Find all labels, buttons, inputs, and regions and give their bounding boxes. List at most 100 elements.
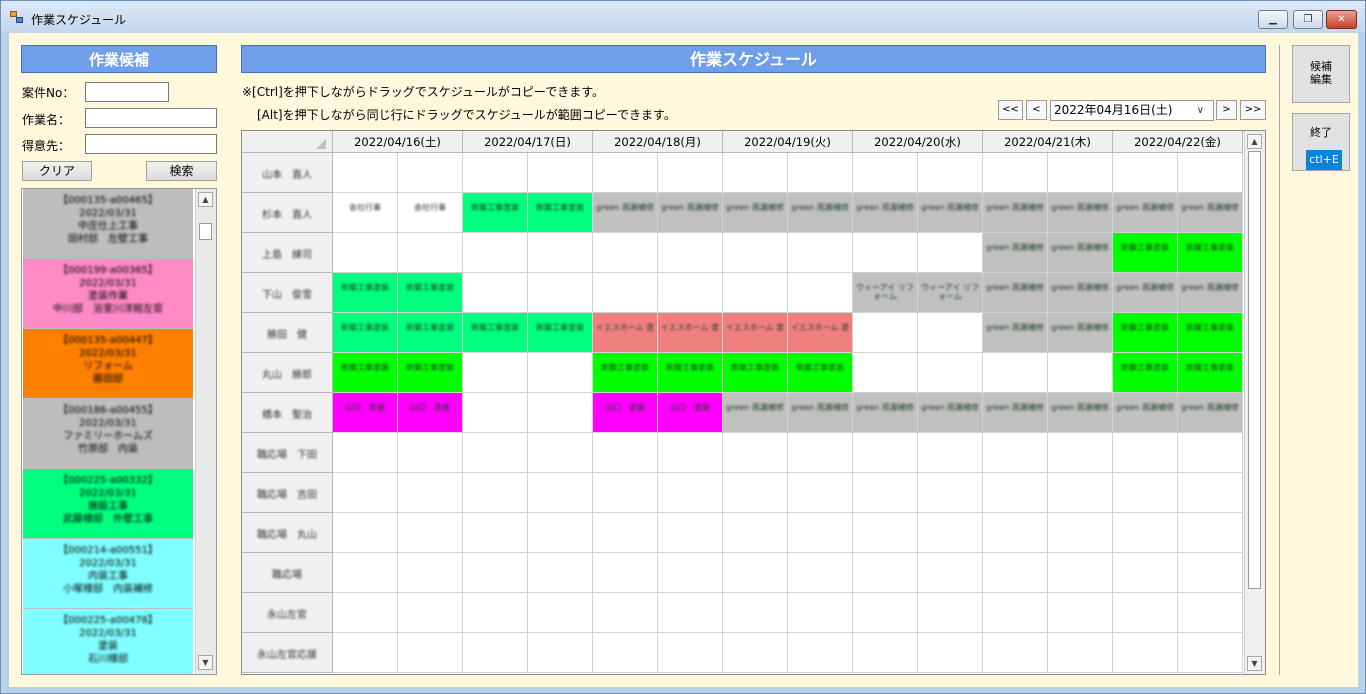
schedule-cell[interactable]: green 雨漏補修 [593, 193, 658, 233]
clear-button[interactable]: クリア [22, 161, 92, 181]
customer-input[interactable] [85, 134, 217, 154]
candidate-item[interactable]: 【000225-a00478】 2022/03/31 塗装 石川様邸 [23, 609, 193, 674]
schedule-cell[interactable]: green 雨漏補修 [1048, 193, 1113, 233]
schedule-cell[interactable]: green 雨漏補修 [1178, 193, 1243, 233]
scroll-up-icon[interactable]: ▲ [198, 192, 213, 207]
schedule-cell[interactable]: green 雨漏補修 [983, 233, 1048, 273]
schedule-cell[interactable] [723, 553, 788, 593]
schedule-cell[interactable]: ウィーアイ リフォーム [853, 273, 918, 313]
scroll-down-icon[interactable]: ▼ [1247, 656, 1262, 671]
schedule-cell[interactable]: green 雨漏補修 [983, 273, 1048, 313]
schedule-cell[interactable] [1178, 553, 1243, 593]
schedule-cell[interactable] [528, 273, 593, 313]
schedule-cell[interactable] [983, 473, 1048, 513]
schedule-cell[interactable] [463, 473, 528, 513]
worker-row-header[interactable]: 下山 俊雪 [242, 273, 333, 313]
schedule-cell[interactable] [1113, 513, 1178, 553]
schedule-cell[interactable]: green 雨漏補修 [723, 393, 788, 433]
schedule-cell[interactable]: green 雨漏補修 [1048, 393, 1113, 433]
schedule-cell[interactable] [853, 353, 918, 393]
schedule-cell[interactable] [918, 513, 983, 553]
schedule-cell[interactable]: 新築工事塗装 [1113, 353, 1178, 393]
schedule-cell[interactable] [333, 553, 398, 593]
worker-row-header[interactable]: 勝田 健 [242, 313, 333, 353]
schedule-cell[interactable]: 新築工事塗装 [333, 273, 398, 313]
grid-scrollbar[interactable]: ▲ ▼ [1244, 131, 1265, 674]
schedule-cell[interactable]: 新築工事塗装 [398, 273, 463, 313]
worker-row-header[interactable]: 杉本 直人 [242, 193, 333, 233]
schedule-cell[interactable] [788, 553, 853, 593]
schedule-cell[interactable] [528, 393, 593, 433]
schedule-cell[interactable] [1178, 513, 1243, 553]
schedule-cell[interactable] [853, 513, 918, 553]
worker-row-header[interactable]: 職応場 下田 [242, 433, 333, 473]
schedule-cell[interactable] [983, 513, 1048, 553]
schedule-cell[interactable] [463, 353, 528, 393]
schedule-cell[interactable] [593, 513, 658, 553]
schedule-cell[interactable] [463, 553, 528, 593]
schedule-cell[interactable] [333, 153, 398, 193]
schedule-cell[interactable] [788, 633, 853, 673]
schedule-cell[interactable]: green 雨漏補修 [1048, 273, 1113, 313]
schedule-cell[interactable] [1048, 353, 1113, 393]
schedule-cell[interactable] [398, 633, 463, 673]
schedule-cell[interactable]: 新築工事塗装 [1178, 313, 1243, 353]
exit-button[interactable]: 終了 ctl+E [1292, 113, 1350, 171]
schedule-cell[interactable]: 新築工事塗装 [723, 353, 788, 393]
schedule-cell[interactable] [1178, 633, 1243, 673]
candidate-item[interactable]: 【000135-a00465】 2022/03/31 中庄仕上工事 田村邸 左壁工事 [23, 189, 193, 259]
schedule-cell[interactable]: green 雨漏補修 [788, 193, 853, 233]
schedule-cell[interactable] [528, 153, 593, 193]
schedule-cell[interactable] [528, 433, 593, 473]
schedule-cell[interactable]: green 雨漏補修 [723, 193, 788, 233]
schedule-cell[interactable]: green 雨漏補修 [1113, 393, 1178, 433]
schedule-cell[interactable] [1113, 593, 1178, 633]
schedule-cell[interactable] [398, 473, 463, 513]
schedule-cell[interactable] [333, 233, 398, 273]
schedule-cell[interactable]: ウィーアイ リフォーム [918, 273, 983, 313]
schedule-cell[interactable] [918, 153, 983, 193]
schedule-cell[interactable] [918, 633, 983, 673]
schedule-cell[interactable]: 会社行事 [333, 193, 398, 233]
schedule-cell[interactable] [1048, 553, 1113, 593]
schedule-cell[interactable] [723, 153, 788, 193]
case-no-input[interactable] [85, 82, 169, 102]
edit-candidates-button[interactable]: 候補 編集 [1292, 45, 1350, 103]
work-name-input[interactable] [85, 108, 217, 128]
schedule-cell[interactable] [788, 433, 853, 473]
candidate-item[interactable]: 【000199-a00365】 2022/03/31 塗装作業 中川邸 浴室川洋館左官 [23, 259, 193, 329]
schedule-cell[interactable] [528, 633, 593, 673]
schedule-cell[interactable] [528, 233, 593, 273]
schedule-cell[interactable] [593, 593, 658, 633]
search-button[interactable]: 検索 [146, 161, 217, 181]
schedule-cell[interactable] [918, 553, 983, 593]
schedule-cell[interactable] [788, 153, 853, 193]
schedule-cell[interactable] [333, 593, 398, 633]
schedule-cell[interactable] [1048, 513, 1113, 553]
schedule-cell[interactable] [983, 433, 1048, 473]
schedule-cell[interactable] [593, 273, 658, 313]
schedule-cell[interactable]: 新築工事塗装 [398, 353, 463, 393]
schedule-cell[interactable]: green 雨漏補修 [918, 193, 983, 233]
schedule-grid[interactable]: 2022/04/16(土) 2022/04/17(日) 2022/04/18(月) 2… [241, 130, 1266, 675]
schedule-cell[interactable]: green 雨漏補修 [1113, 193, 1178, 233]
schedule-cell[interactable] [853, 233, 918, 273]
schedule-cell[interactable]: 新築工事塗装 [788, 353, 853, 393]
schedule-cell[interactable] [398, 553, 463, 593]
worker-row-header[interactable]: 永山左官応援 [242, 633, 333, 673]
schedule-cell[interactable] [983, 353, 1048, 393]
schedule-cell[interactable]: green 雨漏補修 [853, 193, 918, 233]
schedule-cell[interactable] [658, 553, 723, 593]
candidate-item[interactable]: 【000135-a00447】 2022/03/31 リフォーム 藤田邸 [23, 329, 193, 399]
schedule-cell[interactable]: 山口 塗装 [398, 393, 463, 433]
schedule-cell[interactable] [918, 313, 983, 353]
schedule-cell[interactable] [983, 153, 1048, 193]
schedule-cell[interactable] [463, 433, 528, 473]
schedule-cell[interactable] [528, 473, 593, 513]
scroll-thumb[interactable] [199, 223, 212, 240]
schedule-cell[interactable] [658, 593, 723, 633]
schedule-cell[interactable] [463, 593, 528, 633]
schedule-cell[interactable]: green 雨漏補修 [918, 393, 983, 433]
schedule-cell[interactable] [723, 433, 788, 473]
schedule-cell[interactable] [1178, 593, 1243, 633]
